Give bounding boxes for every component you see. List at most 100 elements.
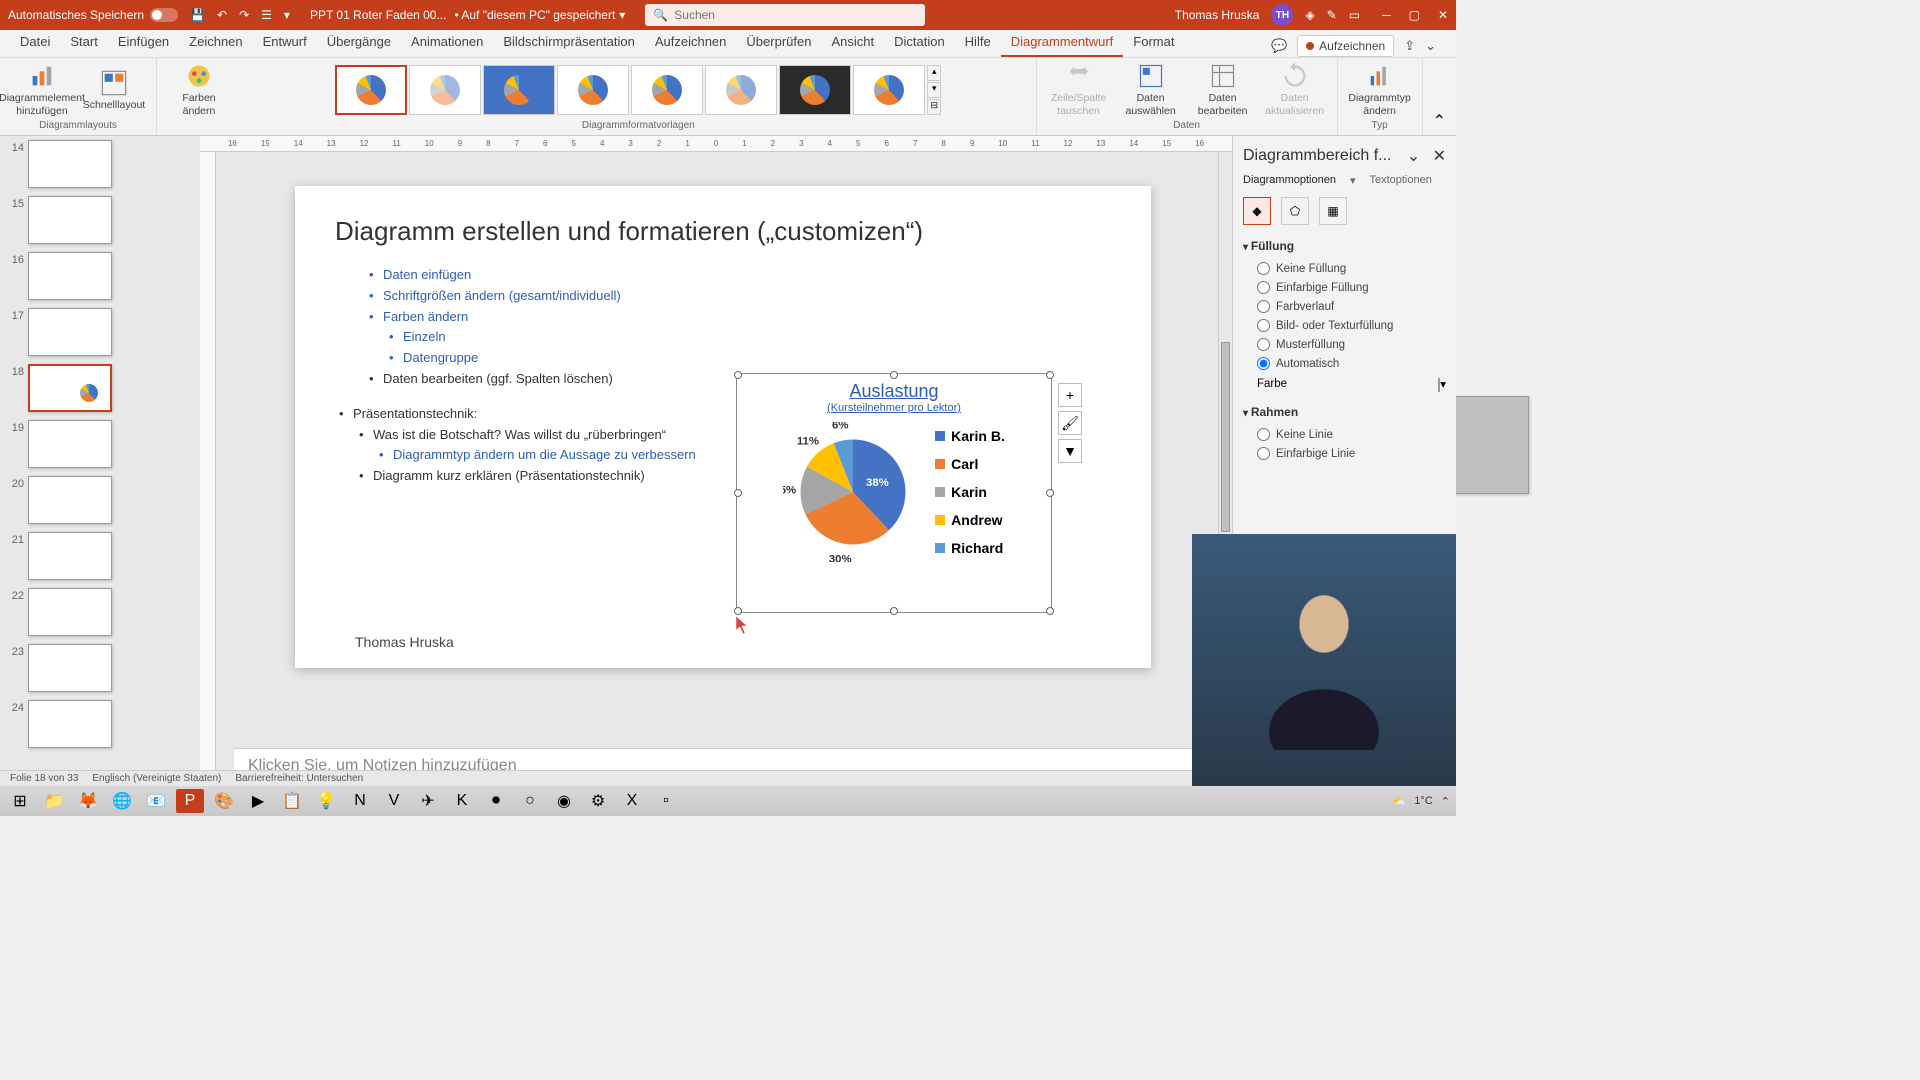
ribbon-tab[interactable]: Überprüfen <box>736 28 821 57</box>
legend-item[interactable]: Richard <box>935 534 1005 562</box>
ribbon-tab[interactable]: Diagrammentwurf <box>1001 28 1124 57</box>
ribbon-tab[interactable]: Einfügen <box>108 28 179 57</box>
ribbon-tab[interactable]: Aufzeichnen <box>645 28 737 57</box>
pane-dropdown-icon[interactable]: ⌄ <box>1407 148 1420 165</box>
bullet-item[interactable]: Schriftgrößen ändern (gesamt/individuell… <box>365 286 1111 307</box>
outlook-icon[interactable]: 📧 <box>142 789 170 813</box>
resize-handle[interactable] <box>1046 607 1054 615</box>
legend-item[interactable]: Karin <box>935 478 1005 506</box>
fill-option-radio[interactable]: Bild- oder Texturfüllung <box>1243 316 1446 335</box>
slide-counter[interactable]: Folie 18 von 33 <box>10 773 78 784</box>
app-icon[interactable]: 💡 <box>312 789 340 813</box>
app-icon[interactable]: ○ <box>516 789 544 813</box>
chart-filters-button[interactable]: ▼ <box>1058 439 1082 463</box>
dropdown-icon[interactable]: ▾ <box>1350 174 1356 187</box>
resize-handle[interactable] <box>1046 371 1054 379</box>
resize-handle[interactable] <box>734 371 742 379</box>
slide-thumbnail[interactable] <box>28 476 112 524</box>
color-dropdown-icon[interactable]: ▾ <box>1440 379 1446 391</box>
file-explorer-icon[interactable]: 📁 <box>40 789 68 813</box>
app-icon[interactable]: 🎨 <box>210 789 238 813</box>
fill-option-radio[interactable]: Farbverlauf <box>1243 297 1446 316</box>
refresh-data-button[interactable]: Daten aktualisieren <box>1261 62 1329 117</box>
fill-option-radio[interactable]: Einfarbige Füllung <box>1243 278 1446 297</box>
onenote-icon[interactable]: N <box>346 789 374 813</box>
styles-more-icon[interactable]: ⊟ <box>927 99 941 115</box>
pie-chart[interactable]: 38%30%15%11%6% <box>783 422 923 562</box>
document-title[interactable]: PPT 01 Roter Faden 00... <box>310 8 447 22</box>
slide-footer[interactable]: Thomas Hruska <box>355 634 454 650</box>
autosave-toggle[interactable]: Automatisches Speichern <box>8 8 178 22</box>
slide-thumbnail[interactable] <box>28 532 112 580</box>
ribbon-collapse-icon[interactable]: ⌄ <box>1425 38 1436 54</box>
tab-text-options[interactable]: Textoptionen <box>1369 174 1431 187</box>
effects-icon[interactable]: ⬠ <box>1281 197 1309 225</box>
border-section-header[interactable]: Rahmen <box>1243 405 1446 419</box>
fill-section-header[interactable]: Füllung <box>1243 239 1446 253</box>
styles-scroll-up-icon[interactable]: ▴ <box>927 65 941 81</box>
slide-thumbnail[interactable] <box>28 140 112 188</box>
resize-handle[interactable] <box>1046 489 1054 497</box>
bullet-subitem[interactable]: Datengruppe <box>385 348 1111 369</box>
app-icon[interactable]: K <box>448 789 476 813</box>
ribbon-tab[interactable]: Format <box>1123 28 1184 57</box>
user-avatar[interactable]: TH <box>1271 4 1293 26</box>
chart-legend[interactable]: Karin B.CarlKarinAndrewRichard <box>935 422 1005 562</box>
change-chart-type-button[interactable]: Diagrammtyp ändern <box>1346 62 1414 117</box>
chart-style-4[interactable] <box>557 65 629 115</box>
chart-object[interactable]: Auslastung (Kursteilnehmer pro Lektor) 3… <box>737 374 1051 612</box>
bullet-subitem[interactable]: Einzeln <box>385 327 1111 348</box>
dropdown-icon[interactable]: ▾ <box>619 8 625 22</box>
more-icon[interactable]: ▾ <box>284 8 290 22</box>
select-data-button[interactable]: Daten auswählen <box>1117 62 1185 117</box>
diamond-icon[interactable]: ◈ <box>1305 8 1314 22</box>
comments-icon[interactable]: 💬 <box>1271 38 1287 54</box>
chrome-icon[interactable]: 🌐 <box>108 789 136 813</box>
tray-expand-icon[interactable]: ⌃ <box>1441 795 1450 808</box>
ribbon-collapse-chevron-icon[interactable]: ⌃ <box>1423 107 1456 135</box>
slide-thumbnail[interactable] <box>28 308 112 356</box>
fill-option-radio[interactable]: Automatisch <box>1243 354 1446 373</box>
ribbon-tab[interactable]: Übergänge <box>317 28 401 57</box>
ribbon-tab[interactable]: Start <box>60 28 107 57</box>
ribbon-tab[interactable]: Bildschirmpräsentation <box>493 28 645 57</box>
slide-canvas[interactable]: 1615141312111098765432101234567891011121… <box>200 136 1232 786</box>
save-icon[interactable]: 💾 <box>190 8 205 22</box>
chart-style-8[interactable] <box>853 65 925 115</box>
slide-thumbnail[interactable] <box>28 364 112 412</box>
ribbon-tab[interactable]: Entwurf <box>253 28 317 57</box>
legend-item[interactable]: Andrew <box>935 506 1005 534</box>
search-box[interactable]: 🔍 <box>645 4 925 26</box>
slide-thumbnail[interactable] <box>28 588 112 636</box>
undo-icon[interactable]: ↶ <box>217 8 227 22</box>
fill-option-radio[interactable]: Musterfüllung <box>1243 335 1446 354</box>
weather-icon[interactable]: ⛅ <box>1393 795 1407 808</box>
chart-style-1[interactable] <box>335 65 407 115</box>
fill-option-radio[interactable]: Keine Füllung <box>1243 259 1446 278</box>
temperature[interactable]: 1°C <box>1414 795 1432 807</box>
legend-item[interactable]: Carl <box>935 450 1005 478</box>
obs-icon[interactable]: ⏺ <box>482 789 510 813</box>
chart-style-6[interactable] <box>705 65 777 115</box>
app-icon[interactable]: ▫ <box>652 789 680 813</box>
vlc-icon[interactable]: ▶ <box>244 789 272 813</box>
switch-row-column-button[interactable]: Zeile/Spalte tauschen <box>1045 62 1113 117</box>
app-icon[interactable]: 📋 <box>278 789 306 813</box>
quick-layout-button[interactable]: Schnelllayout <box>80 69 148 112</box>
language-indicator[interactable]: Englisch (Vereinigte Staaten) <box>92 773 221 784</box>
settings-icon[interactable]: ⚙ <box>584 789 612 813</box>
accessibility-check[interactable]: Barrierefreiheit: Untersuchen <box>235 773 363 784</box>
excel-icon[interactable]: X <box>618 789 646 813</box>
ribbon-tab[interactable]: Zeichnen <box>179 28 252 57</box>
chart-style-5[interactable] <box>631 65 703 115</box>
chart-style-3[interactable] <box>483 65 555 115</box>
chart-styles-button[interactable]: 🖌 <box>1058 411 1082 435</box>
firefox-icon[interactable]: 🦊 <box>74 789 102 813</box>
change-colors-button[interactable]: Farben ändern <box>165 62 233 117</box>
share-icon[interactable]: ⇪ <box>1404 38 1415 54</box>
slide-thumbnails-panel[interactable]: 1415161718192021222324 <box>0 136 200 786</box>
window-icon[interactable]: ▭ <box>1349 8 1360 22</box>
app-icon[interactable]: ◉ <box>550 789 578 813</box>
edit-data-button[interactable]: Daten bearbeiten <box>1189 62 1257 117</box>
ribbon-tab[interactable]: Dictation <box>884 28 955 57</box>
